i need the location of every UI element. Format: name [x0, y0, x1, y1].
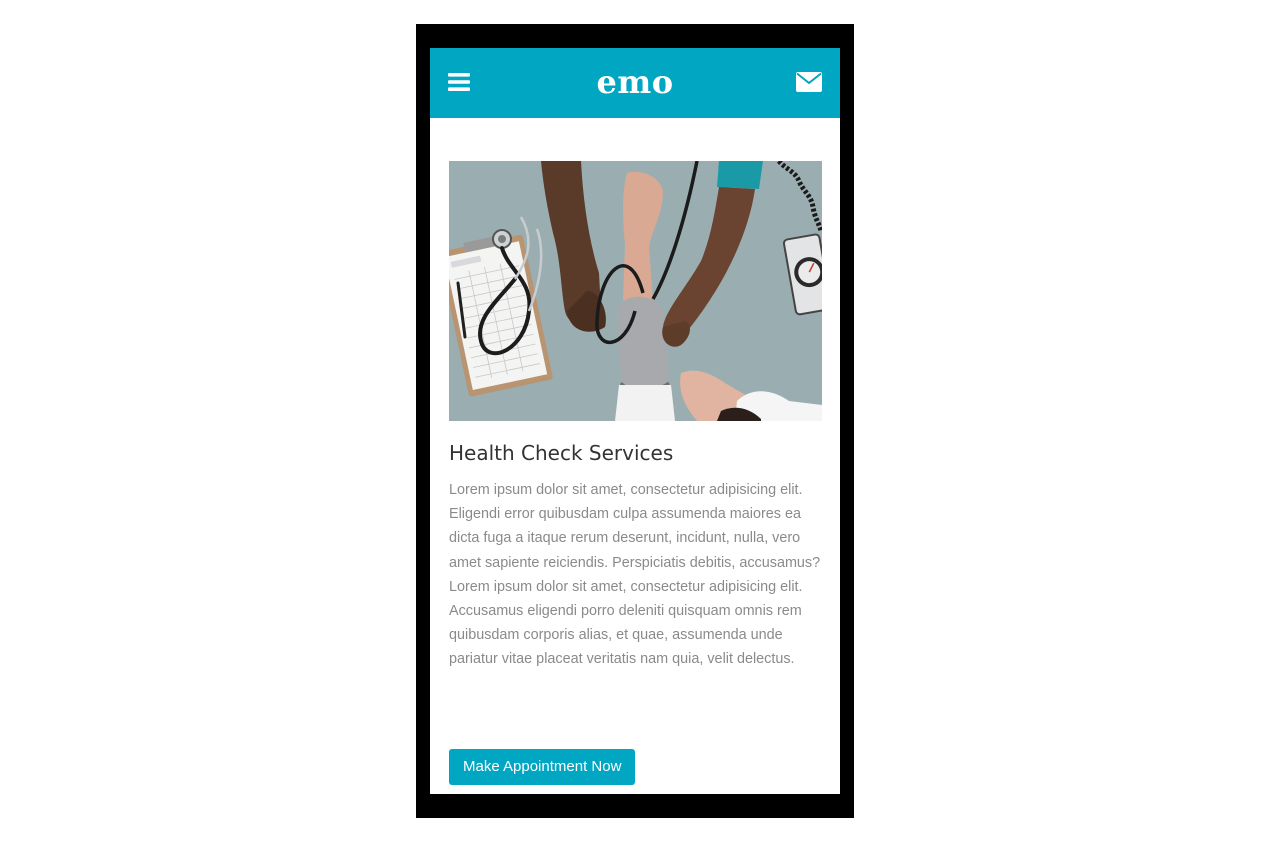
service-description: Lorem ipsum dolor sit amet, consectetur …: [449, 482, 821, 668]
phone-frame: emo Health Check Services Lorem ipsum do…: [416, 24, 854, 818]
phone-screen: emo Health Check Services Lorem ipsum do…: [430, 48, 840, 794]
make-appointment-button[interactable]: Make Appointment Now: [449, 749, 636, 785]
top-navigation-bar: emo: [430, 48, 840, 118]
blood-pressure-check-photo: [449, 161, 822, 421]
envelope-icon[interactable]: [796, 72, 822, 92]
service-title: Health Check Services: [449, 441, 674, 465]
brand-logo[interactable]: emo: [430, 62, 840, 102]
